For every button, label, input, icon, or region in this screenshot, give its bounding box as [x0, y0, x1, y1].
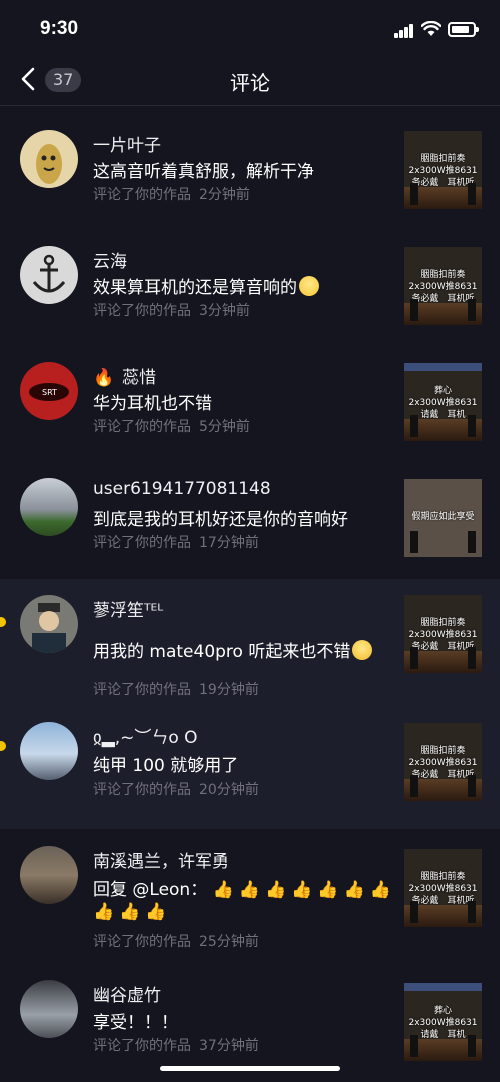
comment-meta: 评论了你的作品 3分钟前	[93, 300, 250, 320]
comment-text-content: 回复 @Leon：	[93, 880, 208, 900]
comment-meta: 评论了你的作品 25分钟前	[93, 931, 259, 951]
status-time: 9:30	[40, 18, 79, 39]
comment-time: 5分钟前	[199, 419, 250, 435]
drooling-emoji-icon	[352, 640, 373, 660]
comment-time: 3分钟前	[199, 303, 250, 319]
comment-username[interactable]: ჲ▂,~︶ㄣo O	[93, 723, 198, 748]
battery-icon	[448, 22, 479, 37]
svg-text:SRT: SRT	[42, 388, 57, 397]
comment-username-text: 蕊惜	[122, 368, 157, 388]
comment-time: 25分钟前	[199, 934, 259, 950]
comment-row[interactable]: 云海 效果算耳机的还是算音响的 评论了你的作品 3分钟前 胭脂扣前奏 2x300W…	[0, 223, 500, 339]
thumbs-up-icon: 👍	[317, 880, 339, 900]
thumbs-up-icon: 👍	[119, 902, 141, 922]
comment-text: 享受！！！	[93, 1013, 178, 1033]
thumbs-up-icon: 👍	[145, 902, 167, 922]
avatar[interactable]	[20, 722, 78, 780]
comment-text: 到底是我的耳机好还是你的音响好	[93, 510, 348, 530]
comment-row[interactable]: user6194177081148 到底是我的耳机好还是你的音响好 评论了你的作…	[0, 455, 500, 579]
comment-action: 评论了你的作品	[93, 535, 191, 551]
comment-time: 17分钟前	[199, 535, 259, 551]
comment-row[interactable]: 一片叶子 这高音听着真舒服，解析干净 评论了你的作品 2分钟前 胭脂扣前奏 2x3…	[0, 107, 500, 223]
avatar[interactable]	[20, 246, 78, 304]
thumbnail-caption: 假期应如此享受	[411, 512, 475, 522]
thumbs-up-icon: 👍	[93, 902, 115, 922]
comment-action: 评论了你的作品	[93, 1038, 191, 1054]
comment-row[interactable]: 蓼浮笙ᵀᴱᴸ 用我的 mate40pro 听起来也不错 评论了你的作品 19分钟前…	[0, 579, 500, 703]
avatar[interactable]	[20, 846, 78, 904]
thumbs-up-icon: 👍	[291, 880, 313, 900]
video-thumbnail[interactable]: 胭脂扣前奏 2x300W推8631 务必戴 耳机听	[404, 247, 482, 325]
comment-text-content: 用我的 mate40pro 听起来也不错	[93, 642, 351, 662]
comment-meta: 评论了你的作品 17分钟前	[93, 532, 259, 552]
cellular-signal-icon	[394, 24, 414, 38]
comment-username[interactable]: 一片叶子	[93, 131, 161, 156]
comment-username[interactable]: 🔥 蕊惜	[93, 363, 156, 388]
comment-meta: 评论了你的作品 20分钟前	[93, 779, 259, 799]
comment-row[interactable]: 南溪遇兰，许军勇 回复 @Leon： 👍 👍 👍 👍 👍 👍 👍 👍 👍 👍 评论了你的作品 25…	[0, 829, 500, 971]
comment-text: 华为耳机也不错	[93, 394, 212, 414]
video-thumbnail[interactable]: 胭脂扣前奏 2x300W推8631 务必戴 耳机听	[404, 595, 482, 673]
comment-time: 20分钟前	[199, 782, 259, 798]
video-thumbnail[interactable]: 葬心 2x300W推8631 请戴 耳机	[404, 983, 482, 1061]
thumbs-up-icon: 👍	[343, 880, 365, 900]
comment-text: 纯甲 100 就够用了	[93, 756, 239, 776]
comment-meta: 评论了你的作品 19分钟前	[93, 679, 259, 699]
home-indicator[interactable]	[160, 1066, 340, 1071]
status-bar: 9:30	[0, 0, 500, 56]
comment-username[interactable]: 蓼浮笙ᵀᴱᴸ	[93, 596, 163, 621]
avatar[interactable]	[20, 130, 78, 188]
avatar[interactable]	[20, 595, 78, 653]
comment-text: 用我的 mate40pro 听起来也不错	[93, 637, 373, 662]
comment-row[interactable]: ჲ▂,~︶ㄣo O 纯甲 100 就够用了 评论了你的作品 20分钟前 胭脂扣前奏…	[0, 703, 500, 829]
comment-text: 这高音听着真舒服，解析干净	[93, 162, 314, 182]
thumbs-up-icon: 👍	[238, 880, 260, 900]
thumbs-up-icon: 👍	[212, 880, 234, 900]
comment-text-content: 效果算耳机的还是算音响的	[93, 278, 297, 298]
comment-text: 效果算耳机的还是算音响的	[93, 273, 319, 298]
page-title: 评论	[230, 71, 270, 95]
comment-text: 回复 @Leon： 👍 👍 👍 👍 👍 👍 👍	[93, 875, 396, 900]
header: 37 评论	[0, 56, 500, 106]
comment-username[interactable]: 幽谷虚竹	[93, 981, 161, 1006]
video-thumbnail[interactable]: 胭脂扣前奏 2x300W推8631 务必戴 耳机听	[404, 723, 482, 801]
comment-action: 评论了你的作品	[93, 419, 191, 435]
comment-time: 2分钟前	[199, 187, 250, 203]
unread-indicator	[0, 741, 6, 751]
avatar[interactable]	[20, 980, 78, 1038]
comment-username[interactable]: 云海	[93, 247, 127, 272]
video-thumbnail[interactable]: 葬心 2x300W推8631 请戴 耳机	[404, 363, 482, 441]
comment-time: 37分钟前	[199, 1038, 259, 1054]
thumbs-up-icon: 👍	[369, 880, 391, 900]
video-thumbnail[interactable]: 胭脂扣前奏 2x300W推8631 务必戴 耳机听	[404, 131, 482, 209]
thumbs-up-icon: 👍	[264, 880, 287, 900]
grinning-emoji-icon	[299, 276, 319, 296]
comment-action: 评论了你的作品	[93, 303, 191, 319]
avatar[interactable]: SRT	[20, 362, 78, 420]
comment-meta: 评论了你的作品 2分钟前	[93, 184, 250, 204]
comment-time: 19分钟前	[199, 682, 259, 698]
comment-meta: 评论了你的作品 37分钟前	[93, 1035, 259, 1055]
comment-username[interactable]: 南溪遇兰，许军勇	[93, 847, 229, 872]
comment-meta: 评论了你的作品 5分钟前	[93, 416, 250, 436]
comment-action: 评论了你的作品	[93, 934, 191, 950]
comment-action: 评论了你的作品	[93, 782, 191, 798]
wifi-icon	[421, 21, 441, 36]
comment-username[interactable]: user6194177081148	[93, 479, 271, 499]
comment-action: 评论了你的作品	[93, 682, 191, 698]
comment-row[interactable]: SRT 🔥 蕊惜 华为耳机也不错 评论了你的作品 5分钟前 葬心 2x300W推86…	[0, 339, 500, 455]
fire-icon: 🔥	[93, 368, 115, 388]
comment-action: 评论了你的作品	[93, 187, 191, 203]
comment-text-line2: 👍 👍 👍	[93, 902, 172, 922]
avatar[interactable]	[20, 478, 78, 536]
video-thumbnail[interactable]: 胭脂扣前奏 2x300W推8631 务必戴 耳机听	[404, 849, 482, 927]
video-thumbnail[interactable]: 假期应如此享受	[404, 479, 482, 557]
unread-indicator	[0, 617, 6, 627]
